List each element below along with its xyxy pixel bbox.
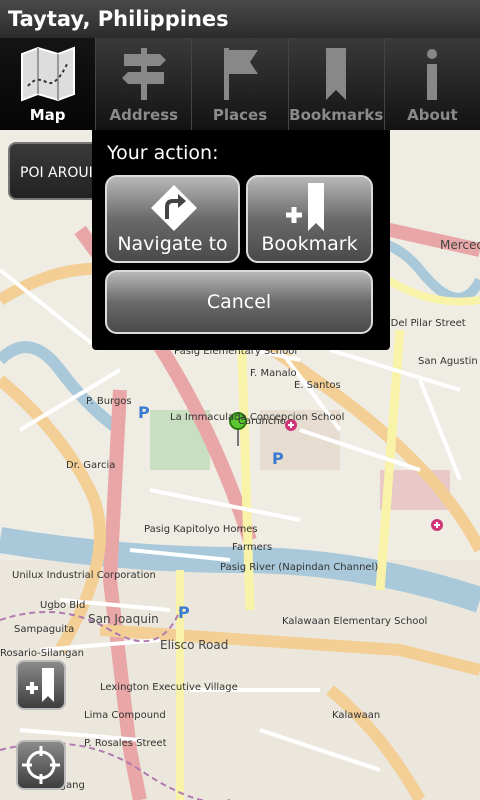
tab-bar: Map Address Places Bookmarks About <box>0 38 480 130</box>
tab-about-label: About <box>407 106 458 124</box>
map-label: Dr. Garcia <box>66 460 116 471</box>
tab-about[interactable]: About <box>383 38 480 130</box>
tab-map[interactable]: Map <box>0 38 96 130</box>
map-label: Pasig River (Napindan Channel) <box>220 562 379 573</box>
tab-bookmarks-label: Bookmarks <box>289 106 384 124</box>
tab-address[interactable]: Address <box>95 38 191 130</box>
signpost-icon <box>121 48 166 100</box>
info-icon <box>427 49 438 100</box>
map-label: Pasig Kapitolyo Homes <box>144 524 258 535</box>
navigate-icon <box>151 185 197 231</box>
tab-address-label: Address <box>109 106 179 124</box>
bookmark-label: Bookmark <box>261 233 358 255</box>
map-label: San Joaquin <box>88 612 159 626</box>
map-label: Lexington Executive Village <box>100 682 238 693</box>
map-label: Sampaguita <box>14 624 75 635</box>
navigate-to-label: Navigate to <box>117 233 228 255</box>
locate-me-button[interactable] <box>16 740 66 790</box>
map-label: Caruncho <box>238 416 286 427</box>
svg-text:P: P <box>138 403 150 422</box>
crosshair-icon <box>22 746 60 784</box>
map-label: Ugbo Bld <box>40 600 86 611</box>
action-dialog: Your action: Navigate to Bookmark Cancel <box>92 130 390 350</box>
cancel-button[interactable]: Cancel <box>105 270 373 334</box>
map-label: Farmers <box>232 542 273 553</box>
svg-text:P: P <box>178 603 190 622</box>
map-label: Mercede <box>440 238 480 252</box>
svg-text:P: P <box>272 449 284 468</box>
add-bookmark-button[interactable] <box>16 660 66 710</box>
map-label: E. Santos <box>294 380 341 391</box>
map-label: San Agustin <box>418 356 478 367</box>
add-bookmark-icon <box>26 668 54 702</box>
map-icon <box>20 46 75 102</box>
flag-icon <box>224 48 258 100</box>
map-label: Unilux Industrial Corporation <box>12 570 156 581</box>
map-label: Kalawaan Elementary School <box>282 616 428 627</box>
tab-places[interactable]: Places <box>191 38 287 130</box>
tab-bookmarks[interactable]: Bookmarks <box>287 38 384 130</box>
navigate-to-button[interactable]: Navigate to <box>105 175 240 263</box>
add-bookmark-icon <box>286 183 324 231</box>
map-label: Elisco Road <box>160 638 229 652</box>
map-label: Lima Compound <box>84 710 166 721</box>
tab-map-label: Map <box>29 106 66 124</box>
map-label: P. Burgos <box>86 396 132 407</box>
bookmark-icon <box>326 48 347 100</box>
tab-places-label: Places <box>212 106 268 124</box>
map-label: P. Rosales Street <box>84 738 167 749</box>
app-title: Taytay, Philippines <box>0 0 480 38</box>
map-label: F. Manalo <box>250 368 297 379</box>
map-label: Kalawaan <box>332 710 381 721</box>
map-label: Rosario-Silangan <box>0 648 84 659</box>
dialog-prompt: Your action: <box>107 142 219 164</box>
bookmark-button[interactable]: Bookmark <box>246 175 373 263</box>
